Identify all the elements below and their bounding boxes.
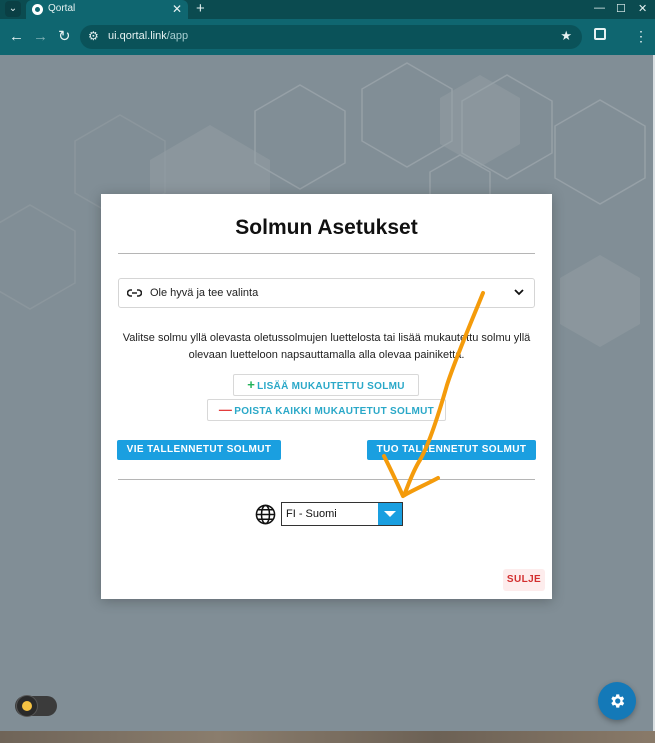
sun-icon: [16, 695, 38, 717]
browser-tab-strip: ⌄ Qortal ✕ + — ☐ ✕: [0, 0, 655, 19]
plus-icon: +: [247, 377, 256, 392]
export-saved-nodes-button[interactable]: VIE TALLENNETUT SOLMUT: [117, 440, 281, 460]
bookmark-star-icon[interactable]: ★: [560, 28, 572, 44]
node-select-value: Ole hyvä ja tee valinta: [150, 287, 259, 299]
gear-icon: [611, 694, 625, 708]
theme-toggle[interactable]: [15, 695, 57, 717]
settings-fab-button[interactable]: [598, 682, 636, 720]
dropdown-arrow-icon[interactable]: [378, 503, 402, 525]
add-custom-node-label: LISÄÄ MUKAUTETTU SOLMU: [257, 381, 405, 392]
browser-menu-icon[interactable]: ⋮: [634, 28, 648, 44]
remove-all-custom-nodes-label: POISTA KAIKKI MUKAUTETUT SOLMUT: [234, 406, 435, 417]
chevron-down-icon[interactable]: [514, 288, 524, 296]
link-icon: [127, 289, 142, 297]
globe-icon: [255, 504, 276, 525]
close-dialog-button[interactable]: SULJE: [503, 569, 545, 591]
close-window-button[interactable]: ✕: [638, 2, 647, 15]
url-host: ui.qortal.link: [108, 30, 167, 42]
minus-icon: —: [218, 402, 233, 417]
reload-button[interactable]: ↻: [58, 28, 71, 46]
browser-toolbar: ← → ↻ ⚙ ui.qortal.link/app ★ ⋮: [0, 19, 655, 55]
remove-all-custom-nodes-button[interactable]: — POISTA KAIKKI MUKAUTETUT SOLMUT: [207, 399, 446, 421]
add-custom-node-button[interactable]: + LISÄÄ MUKAUTETTU SOLMU: [233, 374, 419, 396]
language-select-value: FI - Suomi: [286, 508, 337, 520]
import-saved-nodes-button[interactable]: TUO TALLENNETUT SOLMUT: [367, 440, 536, 460]
language-select[interactable]: FI - Suomi: [281, 502, 403, 526]
help-text: Valitse solmu yllä olevasta oletussolmuj…: [122, 332, 531, 361]
tab-close-icon[interactable]: ✕: [172, 2, 182, 16]
forward-button[interactable]: →: [33, 28, 48, 46]
app-page: Solmun Asetukset Ole hyvä ja tee valinta…: [0, 55, 655, 743]
dialog-title: Solmun Asetukset: [235, 216, 418, 239]
extensions-icon[interactable]: [594, 28, 606, 40]
site-info-icon[interactable]: ⚙: [88, 29, 99, 43]
node-settings-dialog: Solmun Asetukset Ole hyvä ja tee valinta…: [101, 194, 552, 599]
node-select[interactable]: Ole hyvä ja tee valinta: [118, 278, 535, 308]
new-tab-button[interactable]: +: [196, 0, 205, 18]
url-text: ui.qortal.link/app: [108, 30, 188, 42]
minimize-window-button[interactable]: —: [594, 2, 605, 14]
section-divider: [118, 479, 535, 480]
url-path: /app: [166, 30, 189, 42]
tab-title: Qortal: [48, 3, 76, 14]
back-button[interactable]: ←: [9, 28, 24, 46]
maximize-window-button[interactable]: ☐: [616, 2, 626, 15]
browser-tab[interactable]: Qortal ✕: [26, 0, 188, 19]
qortal-favicon-icon: [32, 4, 43, 15]
background-floor-strip: [0, 731, 655, 743]
address-bar[interactable]: ⚙ ui.qortal.link/app ★: [80, 25, 582, 49]
title-divider: [118, 253, 535, 254]
tab-search-button[interactable]: ⌄: [5, 1, 21, 17]
